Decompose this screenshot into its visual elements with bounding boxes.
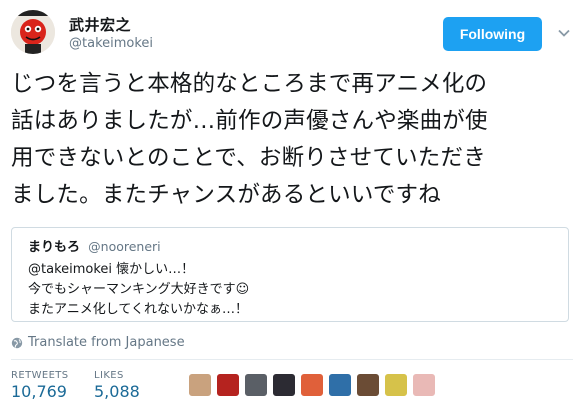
liker-avatar[interactable]	[188, 373, 212, 397]
display-name[interactable]: 武井宏之	[69, 14, 131, 35]
tweet-line: 用できないとのことで、お断りさせていただき	[11, 145, 486, 171]
liker-avatar[interactable]	[300, 373, 324, 397]
translate-label[interactable]: Translate from Japanese	[28, 335, 185, 350]
quoted-tweet-line: 今でもシャーマンキング大好きです☺	[28, 282, 250, 297]
tweet-line: ました。またチャンスがあるといいですね	[11, 182, 441, 208]
retweets-count[interactable]: 10,769	[11, 382, 67, 401]
liker-avatar[interactable]	[412, 373, 436, 397]
liker-avatar[interactable]	[244, 373, 268, 397]
stats-divider	[11, 359, 573, 360]
quoted-author-handle: @nooreneri	[88, 239, 161, 254]
user-handle[interactable]: @takeimokei	[69, 36, 153, 51]
chevron-down-icon[interactable]	[557, 26, 571, 40]
liker-avatar[interactable]	[356, 373, 380, 397]
quoted-tweet-header: まりもろ @nooreneri	[28, 236, 161, 255]
following-button[interactable]: Following	[443, 17, 542, 51]
avatar-image	[11, 10, 55, 54]
quoted-tweet-line: またアニメ化してくれないかなぁ…！	[28, 302, 248, 317]
retweets-label: RETWEETS	[11, 370, 69, 381]
globe-icon	[11, 337, 23, 348]
liker-avatar[interactable]	[272, 373, 296, 397]
tweet-line: 話はありましたが…前作の声優さんや楽曲が使	[11, 108, 488, 134]
liker-avatar[interactable]	[216, 373, 240, 397]
liker-avatar[interactable]	[384, 373, 408, 397]
likes-label: LIKES	[94, 370, 124, 381]
tweet-line: じつを言うと本格的なところまで再アニメ化の	[11, 71, 488, 97]
profile-avatar[interactable]	[11, 10, 55, 54]
liker-avatar[interactable]	[328, 373, 352, 397]
likes-count[interactable]: 5,088	[94, 382, 140, 401]
tweet-text: じつを言うと本格的なところまで再アニメ化の 話はありましたが…前作の声優さんや楽…	[11, 66, 581, 214]
quoted-tweet[interactable]: まりもろ @nooreneri @takeimokei 懐かしい…！ 今でもシャ…	[11, 227, 569, 322]
quoted-author-name: まりもろ	[28, 240, 81, 255]
translate-link[interactable]: Translate from Japanese	[11, 335, 185, 350]
quoted-tweet-line: @takeimokei 懐かしい…！	[28, 262, 195, 277]
